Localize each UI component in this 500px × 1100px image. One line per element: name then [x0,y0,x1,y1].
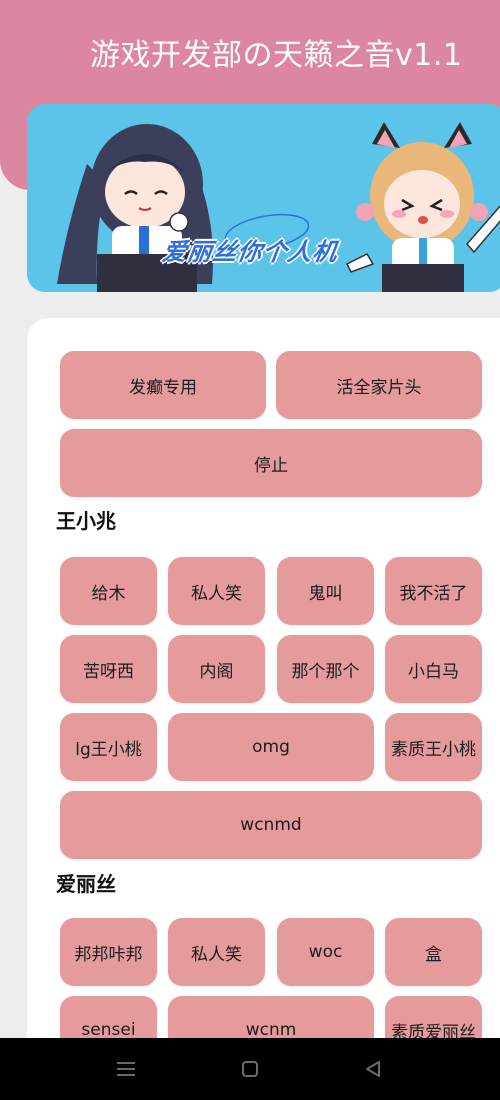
menu-icon[interactable] [116,1060,136,1078]
sound-button[interactable]: 内阁 [168,635,265,703]
sound-button[interactable]: omg [168,713,374,781]
sound-button[interactable]: 私人笑 [168,918,265,986]
sound-button[interactable]: 素质王小桃 [385,713,482,781]
app-title: 游戏开发部の天籁之音v1.1 [90,38,463,73]
stop-button[interactable]: 停止 [60,429,482,497]
sound-button[interactable]: lg王小桃 [60,713,157,781]
sound-button[interactable]: 盒 [385,918,482,986]
back-triangle-icon[interactable] [364,1060,382,1078]
sound-button[interactable]: wcnmd [60,791,482,859]
sound-button[interactable]: woc [277,918,374,986]
banner-image: 爱丽丝你个人机 [27,104,500,292]
sound-button[interactable]: 给木 [60,557,157,625]
section-title-wang: 王小兆 [56,509,116,533]
sound-button[interactable]: 我不活了 [385,557,482,625]
home-square-icon[interactable] [241,1060,259,1078]
banner-caption: 爱丽丝你个人机 [160,238,340,266]
sound-button[interactable]: 那个那个 [277,635,374,703]
sound-button[interactable]: 私人笑 [168,557,265,625]
system-navigation-bar [0,1038,500,1100]
section-title-alice: 爱丽丝 [56,872,116,896]
crazy-mode-button[interactable]: 发癫专用 [60,351,266,419]
sound-button[interactable]: 邦邦咔邦 [60,918,157,986]
sound-button[interactable]: 小白马 [385,635,482,703]
family-intro-button[interactable]: 活全家片头 [276,351,482,419]
sound-button[interactable]: 鬼叫 [277,557,374,625]
sound-button[interactable]: 苦呀西 [60,635,157,703]
